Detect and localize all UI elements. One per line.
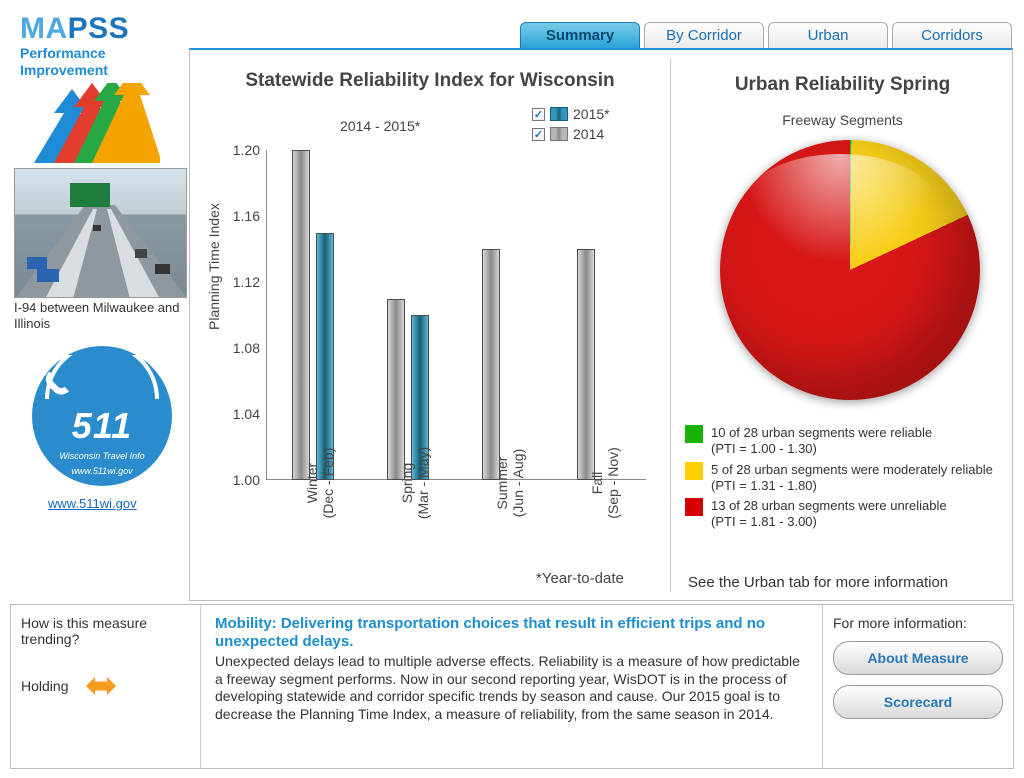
checkbox-2015[interactable] bbox=[532, 108, 545, 121]
swatch-reliable-icon bbox=[685, 425, 703, 443]
badge-line2: www.511wi.gov bbox=[71, 466, 132, 477]
phone-arc-icon bbox=[37, 355, 167, 405]
legend-row-2015[interactable]: 2015* bbox=[532, 104, 610, 124]
tab-corridors[interactable]: Corridors bbox=[892, 22, 1012, 48]
bars-area bbox=[266, 150, 646, 480]
holding-arrow-icon bbox=[86, 675, 116, 697]
badge-number: 511 bbox=[72, 405, 132, 447]
bottom-band: How is this measure trending? Holding Mo… bbox=[10, 604, 1014, 769]
y-tick: 1.20 bbox=[218, 142, 260, 158]
x-category: Fall (Sep - Nov) bbox=[589, 433, 621, 533]
pie-legend-unreliable: 13 of 28 urban segments were unreliable … bbox=[711, 498, 947, 531]
pie-chart-title: Urban Reliability Spring bbox=[680, 74, 1005, 96]
x-category: Winter (Dec - Feb) bbox=[304, 433, 336, 533]
checkbox-2014[interactable] bbox=[532, 128, 545, 141]
mobility-heading: Mobility: Delivering transportation choi… bbox=[215, 615, 808, 651]
about-measure-button[interactable]: About Measure bbox=[833, 641, 1003, 675]
swatch-unreliable-icon bbox=[685, 498, 703, 516]
legend-label-2014: 2014 bbox=[573, 126, 604, 142]
main-panel: Statewide Reliability Index for Wisconsi… bbox=[189, 48, 1013, 601]
arrows-icon bbox=[20, 83, 160, 163]
highway-photo bbox=[14, 168, 187, 298]
pie-legend-moderate: 5 of 28 urban segments were moderately r… bbox=[711, 462, 993, 495]
pie-chart-subtitle: Freeway Segments bbox=[680, 112, 1005, 128]
legend-row-2014[interactable]: 2014 bbox=[532, 124, 610, 144]
panel-divider bbox=[670, 58, 671, 592]
tabs: Summary By Corridor Urban Corridors bbox=[520, 22, 1012, 48]
more-info-heading: For more information: bbox=[833, 615, 1003, 631]
trend-value: Holding bbox=[21, 678, 68, 694]
scorecard-button[interactable]: Scorecard bbox=[833, 685, 1003, 719]
legend: 2015* 2014 bbox=[532, 104, 610, 144]
logo-word: MAPSS bbox=[20, 14, 185, 44]
bar-chart-plot: Planning Time Index 1.001.041.081.121.16… bbox=[216, 150, 656, 480]
logo-sub1: Performance bbox=[20, 46, 185, 61]
tab-summary[interactable]: Summary bbox=[520, 22, 640, 48]
pie-legend: 10 of 28 urban segments were reliable (P… bbox=[685, 425, 993, 535]
mobility-body: Unexpected delays lead to multiple adver… bbox=[215, 653, 808, 723]
link-511wi[interactable]: www.511wi.gov bbox=[48, 496, 137, 511]
swatch-2015-icon bbox=[550, 107, 568, 121]
x-category: Spring (Mar - May) bbox=[399, 433, 431, 533]
bar-2014 bbox=[292, 150, 310, 480]
x-category: Summer (Jun - Aug) bbox=[494, 433, 526, 533]
badge-511[interactable]: 511 Wisconsin Travel Info www.511wi.gov bbox=[32, 346, 172, 486]
y-tick: 1.08 bbox=[218, 340, 260, 356]
logo-sub2: Improvement bbox=[20, 63, 185, 78]
mapss-logo: MAPSS Performance Improvement bbox=[20, 14, 185, 166]
mobility-panel: Mobility: Delivering transportation choi… bbox=[201, 605, 823, 768]
swatch-moderate-icon bbox=[685, 462, 703, 480]
footnote: *Year-to-date bbox=[536, 570, 624, 587]
more-info-panel: For more information: About Measure Scor… bbox=[823, 605, 1013, 768]
badge-line1: Wisconsin Travel Info bbox=[59, 451, 144, 462]
tab-urban[interactable]: Urban bbox=[768, 22, 888, 48]
y-tick: 1.16 bbox=[218, 208, 260, 224]
pie-chart bbox=[720, 140, 980, 400]
pie-legend-reliable: 10 of 28 urban segments were reliable (P… bbox=[711, 425, 932, 458]
trend-panel: How is this measure trending? Holding bbox=[11, 605, 201, 768]
tab-by-corridor[interactable]: By Corridor bbox=[644, 22, 764, 48]
bar-chart-subtitle: 2014 - 2015* bbox=[340, 118, 420, 134]
swatch-2014-icon bbox=[550, 127, 568, 141]
y-tick: 1.04 bbox=[218, 406, 260, 422]
bar-chart-title: Statewide Reliability Index for Wisconsi… bbox=[190, 70, 670, 92]
photo-caption: I-94 between Milwaukee and Illinois bbox=[14, 300, 187, 333]
see-urban-note: See the Urban tab for more information bbox=[688, 574, 948, 591]
y-tick: 1.12 bbox=[218, 274, 260, 290]
legend-label-2015: 2015* bbox=[573, 106, 610, 122]
y-tick: 1.00 bbox=[218, 472, 260, 488]
trend-question: How is this measure trending? bbox=[21, 615, 190, 647]
